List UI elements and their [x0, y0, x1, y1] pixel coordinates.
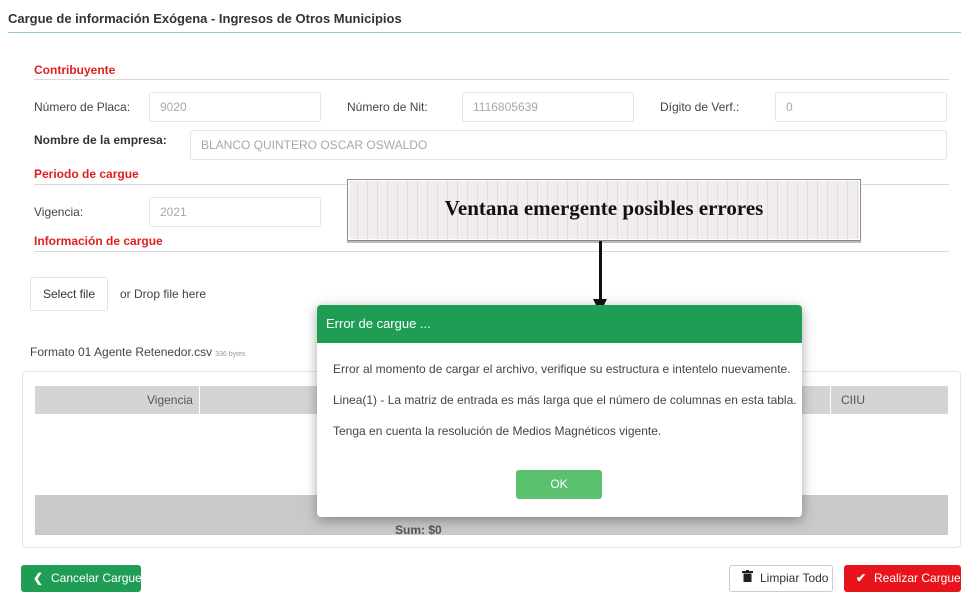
callout-text: Ventana emergente posibles errores — [444, 196, 764, 220]
file-size: 336 bytes — [215, 351, 246, 358]
column-header-vigencia[interactable]: Vigencia — [147, 386, 193, 414]
vigencia-label: Vigencia: — [34, 205, 84, 219]
section-title-contribuyente: Contribuyente — [34, 63, 116, 77]
section-divider — [34, 79, 949, 80]
page-title: Cargue de información Exógena - Ingresos… — [8, 11, 402, 26]
modal-message: Error al momento de cargar el archivo, v… — [333, 362, 791, 376]
uploaded-file: Formato 01 Agente Retenedor.csv 336 bytes — [30, 345, 245, 359]
placa-field[interactable]: 9020 — [149, 92, 321, 122]
annotation-callout: Ventana emergente posibles errores — [347, 179, 861, 241]
title-divider — [8, 32, 961, 33]
callout-arrow — [599, 241, 602, 301]
cancel-upload-button[interactable]: ❮ Cancelar Cargue — [21, 565, 142, 592]
submit-upload-button[interactable]: ✔ Realizar Cargue — [844, 565, 961, 592]
modal-message: Tenga en cuenta la resolución de Medios … — [333, 424, 662, 438]
check-icon: ✔ — [855, 571, 867, 585]
chevron-left-icon: ❮ — [32, 571, 44, 585]
submit-upload-label: Realizar Cargue — [874, 571, 961, 585]
nit-field[interactable]: 1116805639 — [462, 92, 634, 122]
column-divider — [830, 386, 831, 414]
placa-label: Número de Placa: — [34, 100, 131, 114]
error-modal: Error de cargue ... Error al momento de … — [317, 305, 802, 517]
select-file-button[interactable]: Select file — [30, 277, 108, 311]
modal-message: Linea(1) - La matriz de entrada es más l… — [333, 393, 797, 407]
section-divider — [34, 251, 949, 252]
file-name: Formato 01 Agente Retenedor.csv — [30, 345, 213, 359]
digito-label: Dígito de Verf.: — [660, 100, 740, 114]
empresa-field[interactable]: BLANCO QUINTERO OSCAR OSWALDO — [190, 130, 947, 160]
trash-icon — [740, 566, 754, 591]
cancel-upload-label: Cancelar Cargue — [51, 571, 142, 585]
section-title-periodo: Periodo de cargue — [34, 167, 139, 181]
modal-title: Error de cargue ... — [317, 305, 802, 343]
clear-all-button[interactable]: Limpiar Todo — [729, 565, 833, 592]
nit-label: Número de Nit: — [347, 100, 428, 114]
drop-zone-label[interactable]: or Drop file here — [120, 287, 206, 301]
section-title-informacion: Información de cargue — [34, 234, 163, 248]
table-sum: Sum: $0 — [395, 523, 442, 537]
modal-ok-button[interactable]: OK — [516, 470, 602, 499]
vigencia-field[interactable]: 2021 — [149, 197, 321, 227]
empresa-label: Nombre de la empresa: — [34, 133, 167, 147]
digito-field[interactable]: 0 — [775, 92, 947, 122]
clear-all-label: Limpiar Todo — [760, 571, 829, 585]
column-header-ciiu[interactable]: CIIU — [841, 386, 865, 414]
column-divider — [199, 386, 200, 414]
